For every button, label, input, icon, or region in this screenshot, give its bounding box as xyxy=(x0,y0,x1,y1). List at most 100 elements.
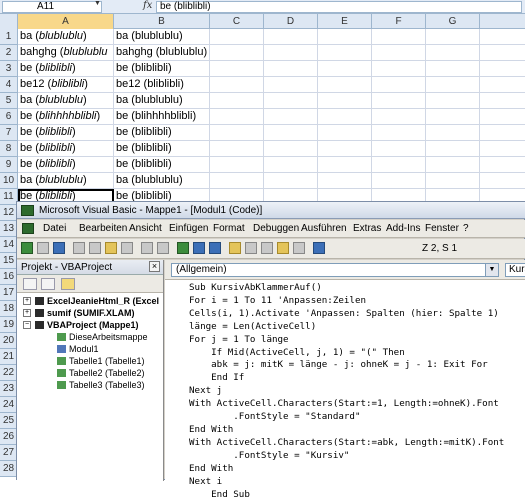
empty-cell[interactable] xyxy=(372,61,426,77)
empty-cell[interactable] xyxy=(210,61,264,77)
empty-cell[interactable] xyxy=(372,157,426,173)
empty-cell[interactable] xyxy=(210,141,264,157)
cell-b1[interactable]: ba (blublublu) xyxy=(114,29,210,45)
empty-cell[interactable] xyxy=(480,109,525,125)
expand-icon[interactable]: + xyxy=(23,297,31,305)
tree-item[interactable]: +ExcelJeanieHtml_R (Excel xyxy=(17,295,163,307)
column-header-g[interactable]: G xyxy=(426,14,480,29)
empty-cell[interactable] xyxy=(480,141,525,157)
empty-cell[interactable] xyxy=(264,61,318,77)
row-header[interactable]: 2 xyxy=(0,45,18,61)
object-combo[interactable]: (Allgemein) ▼ xyxy=(171,263,499,277)
empty-cell[interactable] xyxy=(210,109,264,125)
empty-cell[interactable] xyxy=(372,141,426,157)
tree-item[interactable]: Tabelle2 (Tabelle2) xyxy=(17,367,163,379)
column-header-b[interactable]: B xyxy=(114,14,210,29)
empty-cell[interactable] xyxy=(264,141,318,157)
view-code-icon[interactable] xyxy=(23,278,37,290)
empty-cell[interactable] xyxy=(426,45,480,61)
row-header[interactable]: 9 xyxy=(0,157,18,173)
toolbox-icon[interactable] xyxy=(293,242,305,254)
cell-a1[interactable]: ba (blublublu) xyxy=(18,29,114,45)
menu-item-4[interactable]: Einfügen xyxy=(169,223,208,234)
module-window-icon[interactable] xyxy=(22,223,34,234)
cell-b7[interactable]: be (bliblibli) xyxy=(114,125,210,141)
empty-cell[interactable] xyxy=(318,141,372,157)
empty-cell[interactable] xyxy=(372,45,426,61)
procedure-combo[interactable]: Kursi xyxy=(505,263,525,277)
cell-b4[interactable]: be12 (bliblibli) xyxy=(114,77,210,93)
empty-cell[interactable] xyxy=(210,77,264,93)
chevron-down-icon[interactable]: ▼ xyxy=(485,264,498,276)
cell-a5[interactable]: ba (blublublu) xyxy=(18,93,114,109)
column-header-f[interactable]: F xyxy=(372,14,426,29)
cell-a6[interactable]: be (blihhhhblibli) xyxy=(18,109,114,125)
help-icon[interactable] xyxy=(313,242,325,254)
cell-b9[interactable]: be (bliblibli) xyxy=(114,157,210,173)
project-explorer-icon[interactable] xyxy=(245,242,257,254)
select-all-corner[interactable] xyxy=(0,14,18,29)
redo-icon[interactable] xyxy=(157,242,169,254)
empty-cell[interactable] xyxy=(372,125,426,141)
empty-cell[interactable] xyxy=(318,29,372,45)
reset-icon[interactable] xyxy=(209,242,221,254)
menu-item-1[interactable]: Datei xyxy=(43,223,66,234)
empty-cell[interactable] xyxy=(426,157,480,173)
tree-item[interactable]: DieseArbeitsmappe xyxy=(17,331,163,343)
cut-icon[interactable] xyxy=(73,242,85,254)
empty-cell[interactable] xyxy=(210,93,264,109)
empty-cell[interactable] xyxy=(210,45,264,61)
row-header[interactable]: 5 xyxy=(0,93,18,109)
empty-cell[interactable] xyxy=(480,125,525,141)
design-mode-icon[interactable] xyxy=(229,242,241,254)
cell-b2[interactable]: bahghg (blublublu) xyxy=(114,45,210,61)
empty-cell[interactable] xyxy=(426,29,480,45)
empty-cell[interactable] xyxy=(372,29,426,45)
empty-cell[interactable] xyxy=(318,45,372,61)
empty-cell[interactable] xyxy=(372,93,426,109)
cell-a2[interactable]: bahghg (blublublu xyxy=(18,45,114,61)
empty-cell[interactable] xyxy=(318,109,372,125)
empty-cell[interactable] xyxy=(426,77,480,93)
cell-a10[interactable]: ba (blublublu) xyxy=(18,173,114,189)
empty-cell[interactable] xyxy=(264,173,318,189)
row-header[interactable]: 6 xyxy=(0,109,18,125)
insert-module-icon[interactable] xyxy=(37,242,49,254)
empty-cell[interactable] xyxy=(318,125,372,141)
menu-item-7[interactable]: Ausführen xyxy=(301,223,347,234)
collapse-icon[interactable]: − xyxy=(23,321,31,329)
cell-a8[interactable]: be (bliblibli) xyxy=(18,141,114,157)
menu-item-2[interactable]: Bearbeiten xyxy=(79,223,127,234)
empty-cell[interactable] xyxy=(426,61,480,77)
cell-b8[interactable]: be (bliblibli) xyxy=(114,141,210,157)
close-icon[interactable]: × xyxy=(149,261,160,272)
empty-cell[interactable] xyxy=(426,93,480,109)
column-header-a[interactable]: A xyxy=(18,14,114,29)
empty-cell[interactable] xyxy=(426,125,480,141)
tree-item[interactable]: −VBAProject (Mappe1) xyxy=(17,319,163,331)
pause-icon[interactable] xyxy=(193,242,205,254)
empty-cell[interactable] xyxy=(318,157,372,173)
empty-cell[interactable] xyxy=(264,93,318,109)
row-header[interactable]: 1 xyxy=(0,29,18,45)
undo-icon[interactable] xyxy=(141,242,153,254)
find-icon[interactable] xyxy=(121,242,133,254)
object-browser-icon[interactable] xyxy=(277,242,289,254)
toggle-folders-icon[interactable] xyxy=(61,278,75,290)
properties-icon[interactable] xyxy=(261,242,273,254)
empty-cell[interactable] xyxy=(264,29,318,45)
cell-a4[interactable]: be12 (bliblibli) xyxy=(18,77,114,93)
menu-item-10[interactable]: Fenster xyxy=(425,223,459,234)
menu-item-5[interactable]: Format xyxy=(213,223,245,234)
view-excel-icon[interactable] xyxy=(21,242,33,254)
save-icon[interactable] xyxy=(53,242,65,254)
empty-cell[interactable] xyxy=(264,77,318,93)
paste-icon[interactable] xyxy=(105,242,117,254)
empty-cell[interactable] xyxy=(480,173,525,189)
empty-cell[interactable] xyxy=(210,125,264,141)
cell-b5[interactable]: ba (blublublu) xyxy=(114,93,210,109)
empty-cell[interactable] xyxy=(264,45,318,61)
empty-cell[interactable] xyxy=(264,109,318,125)
view-object-icon[interactable] xyxy=(41,278,55,290)
cell-b10[interactable]: ba (blublublu) xyxy=(114,173,210,189)
